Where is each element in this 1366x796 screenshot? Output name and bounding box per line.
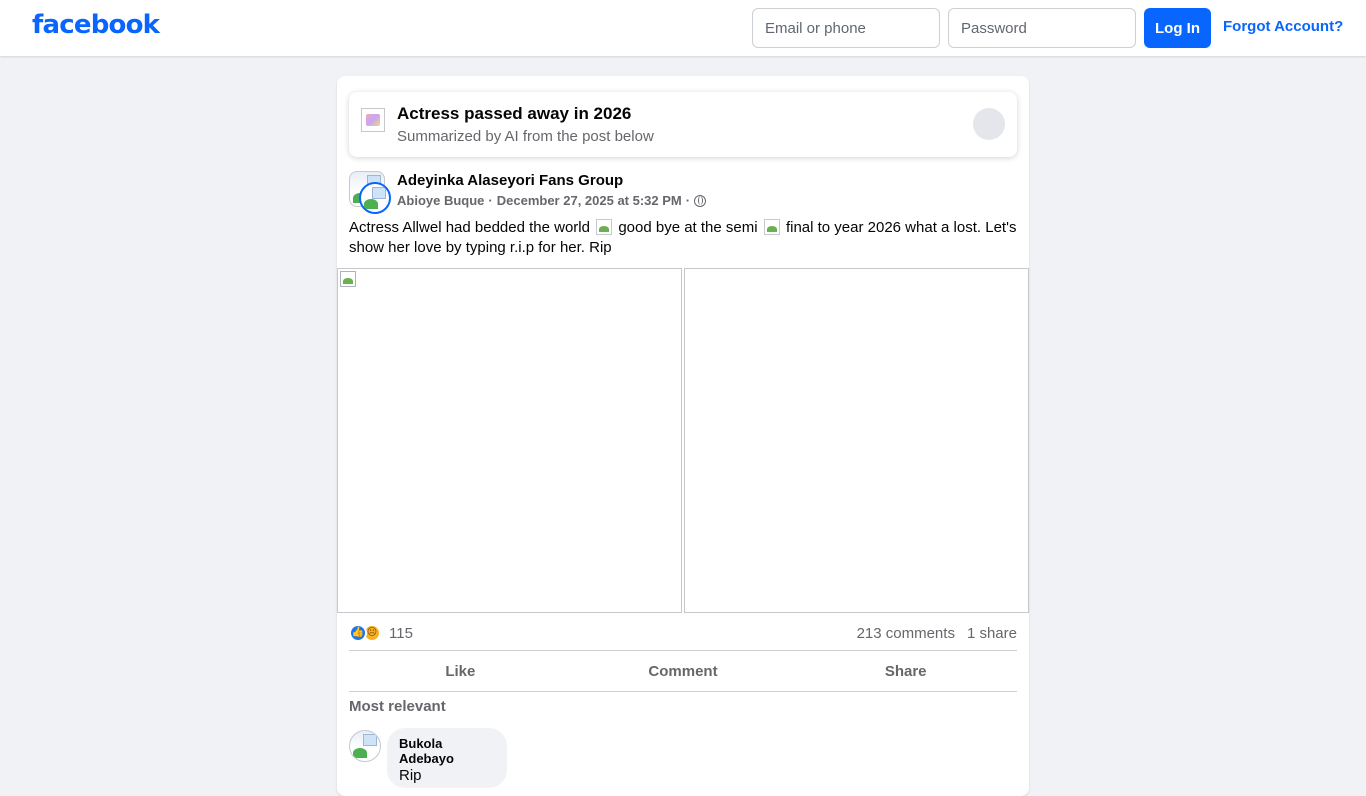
image-placeholder-icon	[361, 184, 389, 212]
ai-summary-icon	[361, 108, 385, 132]
author-name-link[interactable]: Abioye Buque	[397, 193, 484, 208]
like-reaction-icon: 👍	[349, 624, 367, 642]
comment-sort-dropdown[interactable]: Most relevant	[349, 698, 446, 715]
ai-summary-more-button[interactable]	[973, 108, 1005, 140]
facebook-logo[interactable]: facebook	[32, 10, 160, 40]
post-text-part: good bye at the semi	[618, 219, 758, 236]
post-timestamp[interactable]: December 27, 2025 at 5:32 PM	[497, 193, 682, 208]
email-field[interactable]	[752, 8, 940, 48]
ai-summary-title: Actress passed away in 2026	[397, 104, 632, 123]
broken-image-icon	[340, 271, 356, 287]
forgot-account-link[interactable]: Forgot Account?	[1223, 18, 1343, 35]
reactions-summary[interactable]: 👍 ☹ 115	[349, 623, 413, 643]
password-field[interactable]	[948, 8, 1136, 48]
share-button[interactable]: Share	[794, 651, 1017, 691]
emoji-image-icon	[596, 219, 613, 235]
group-name-link[interactable]: Adeyinka Alaseyori Fans Group	[397, 172, 623, 189]
post-text: Actress Allwel had bedded the world good…	[349, 218, 1021, 258]
reaction-count: 115	[389, 624, 413, 642]
comment-bubble: Bukola Adebayo Rip	[387, 728, 507, 788]
comment-button[interactable]: Comment	[572, 651, 795, 691]
commenter-avatar[interactable]	[349, 730, 381, 762]
meta-separator: ·	[488, 193, 493, 208]
shares-count-link[interactable]: 1 share	[967, 625, 1017, 642]
comments-count-link[interactable]: 213 comments	[857, 625, 955, 642]
post-actions: Like Comment Share	[349, 651, 1017, 691]
image-placeholder-icon	[350, 731, 380, 761]
ai-summary-subtitle: Summarized by AI from the post below	[397, 128, 654, 145]
post-photo-1[interactable]	[337, 268, 682, 613]
meta-separator: ·	[685, 193, 691, 208]
author-avatar[interactable]	[359, 182, 391, 214]
post-text-part: Actress Allwel had bedded the world	[349, 219, 590, 236]
divider	[349, 691, 1017, 692]
top-navigation-bar: facebook Log In Forgot Account?	[0, 0, 1366, 56]
post-card: Actress passed away in 2026 Summarized b…	[337, 76, 1029, 796]
post-meta: Abioye Buque · December 27, 2025 at 5:32…	[397, 193, 707, 208]
post-photo-2[interactable]	[684, 268, 1029, 613]
ai-summary-box[interactable]: Actress passed away in 2026 Summarized b…	[349, 92, 1017, 157]
post-counts: 213 comments 1 share	[857, 625, 1017, 642]
commenter-name-link[interactable]: Bukola Adebayo	[399, 736, 495, 766]
comment-text: Rip	[399, 767, 422, 784]
globe-icon	[694, 194, 707, 207]
emoji-image-icon	[763, 219, 780, 235]
like-button[interactable]: Like	[349, 651, 572, 691]
login-button[interactable]: Log In	[1144, 8, 1211, 48]
